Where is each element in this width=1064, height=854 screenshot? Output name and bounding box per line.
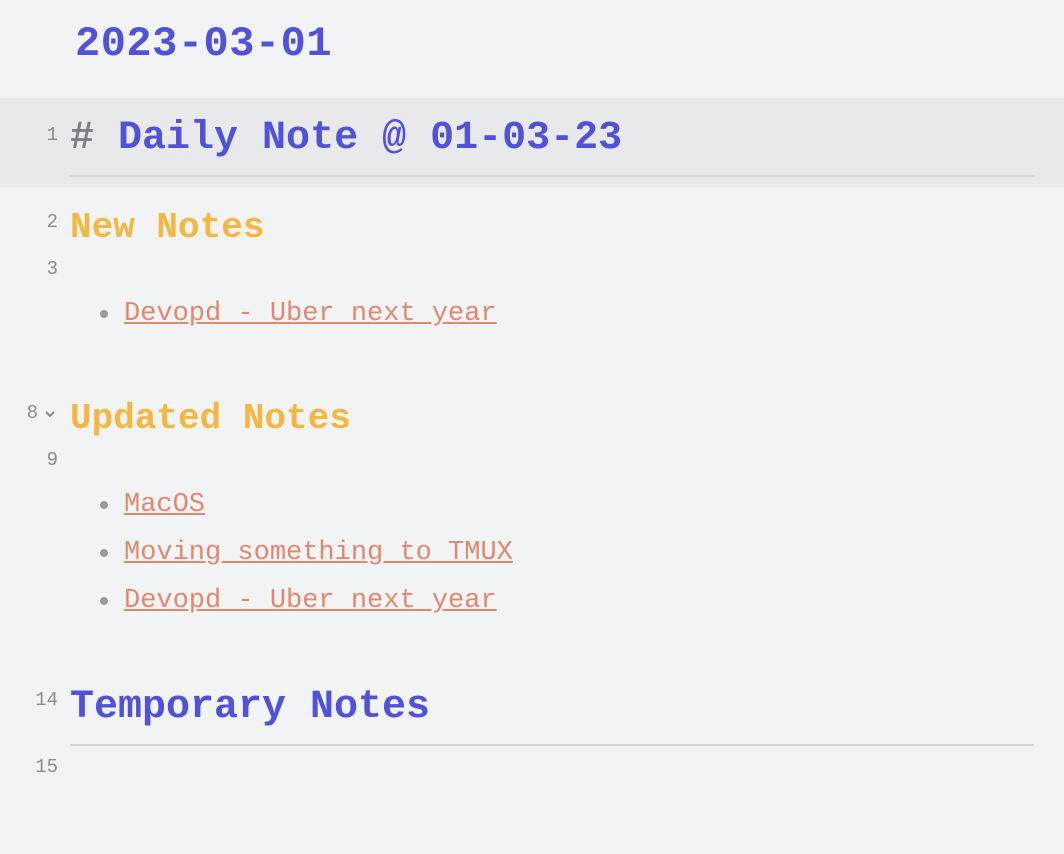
list-item[interactable]: Devopd - Uber next year [70,299,1034,329]
editor-line[interactable] [0,338,1064,378]
note-link[interactable]: Devopd - Uber next year [124,299,497,329]
editor-line[interactable]: MacOS [0,481,1064,529]
heading-2[interactable]: New Notes [70,207,1034,248]
editor[interactable]: 1 # Daily Note @ 01-03-23 2 New Notes 3 Devop… [0,98,1064,788]
heading-1[interactable]: # Daily Note @ 01-03-23 [70,116,1034,161]
heading-2[interactable]: Temporary Notes [70,685,1034,730]
gutter: 9 [0,445,70,470]
line-number: 1 [47,126,58,145]
list-item[interactable]: MacOS [70,490,1034,520]
heading-text: Daily Note @ 01-03-23 [118,116,622,161]
line-number: 8 [27,404,38,423]
line-content[interactable]: Moving something to TMUX [70,538,1064,568]
gutter: 14 [0,685,70,710]
line-content[interactable]: Devopd - Uber next year [70,586,1064,616]
line-content[interactable]: MacOS [70,490,1064,520]
editor-line[interactable]: 14 Temporary Notes [0,665,1064,752]
list-item[interactable]: Devopd - Uber next year [70,586,1034,616]
gutter: 3 [0,254,70,279]
heading-2[interactable]: Updated Notes [70,398,1034,439]
editor-line[interactable]: 3 [0,254,1064,290]
line-number: 3 [47,260,58,279]
editor-line[interactable]: Devopd - Uber next year [0,577,1064,625]
line-content[interactable]: Updated Notes [70,398,1064,439]
gutter: 8 [0,398,70,423]
line-content[interactable]: Devopd - Uber next year [70,299,1064,329]
editor-line[interactable]: 1 # Daily Note @ 01-03-23 [0,98,1064,187]
gutter: 15 [0,752,70,777]
line-number: 9 [47,451,58,470]
line-number: 2 [47,213,58,232]
line-content[interactable]: New Notes [70,207,1064,248]
bullet-icon [100,597,108,605]
line-number: 15 [35,758,58,777]
editor-line[interactable]: 2 New Notes [0,187,1064,254]
line-content[interactable]: # Daily Note @ 01-03-23 [70,116,1064,177]
note-link[interactable]: Devopd - Uber next year [124,586,497,616]
bullet-icon [100,549,108,557]
gutter: 1 [0,116,70,145]
bullet-icon [100,310,108,318]
editor-line[interactable]: Devopd - Uber next year [0,290,1064,338]
note-link[interactable]: Moving something to TMUX [124,538,513,568]
editor-line[interactable]: 15 [0,752,1064,788]
markdown-hash: # [70,116,94,161]
editor-line[interactable]: 9 [0,445,1064,481]
editor-line[interactable]: Moving something to TMUX [0,529,1064,577]
list-item[interactable]: Moving something to TMUX [70,538,1034,568]
note-link[interactable]: MacOS [124,490,205,520]
line-number: 14 [35,691,58,710]
editor-line[interactable] [0,625,1064,665]
line-content[interactable]: Temporary Notes [70,685,1064,746]
gutter [0,338,70,378]
gutter [0,625,70,665]
bullet-icon [100,501,108,509]
page-title: 2023-03-01 [75,20,1064,68]
chevron-down-icon[interactable] [42,406,58,422]
editor-line[interactable]: 8 Updated Notes [0,378,1064,445]
gutter: 2 [0,207,70,232]
